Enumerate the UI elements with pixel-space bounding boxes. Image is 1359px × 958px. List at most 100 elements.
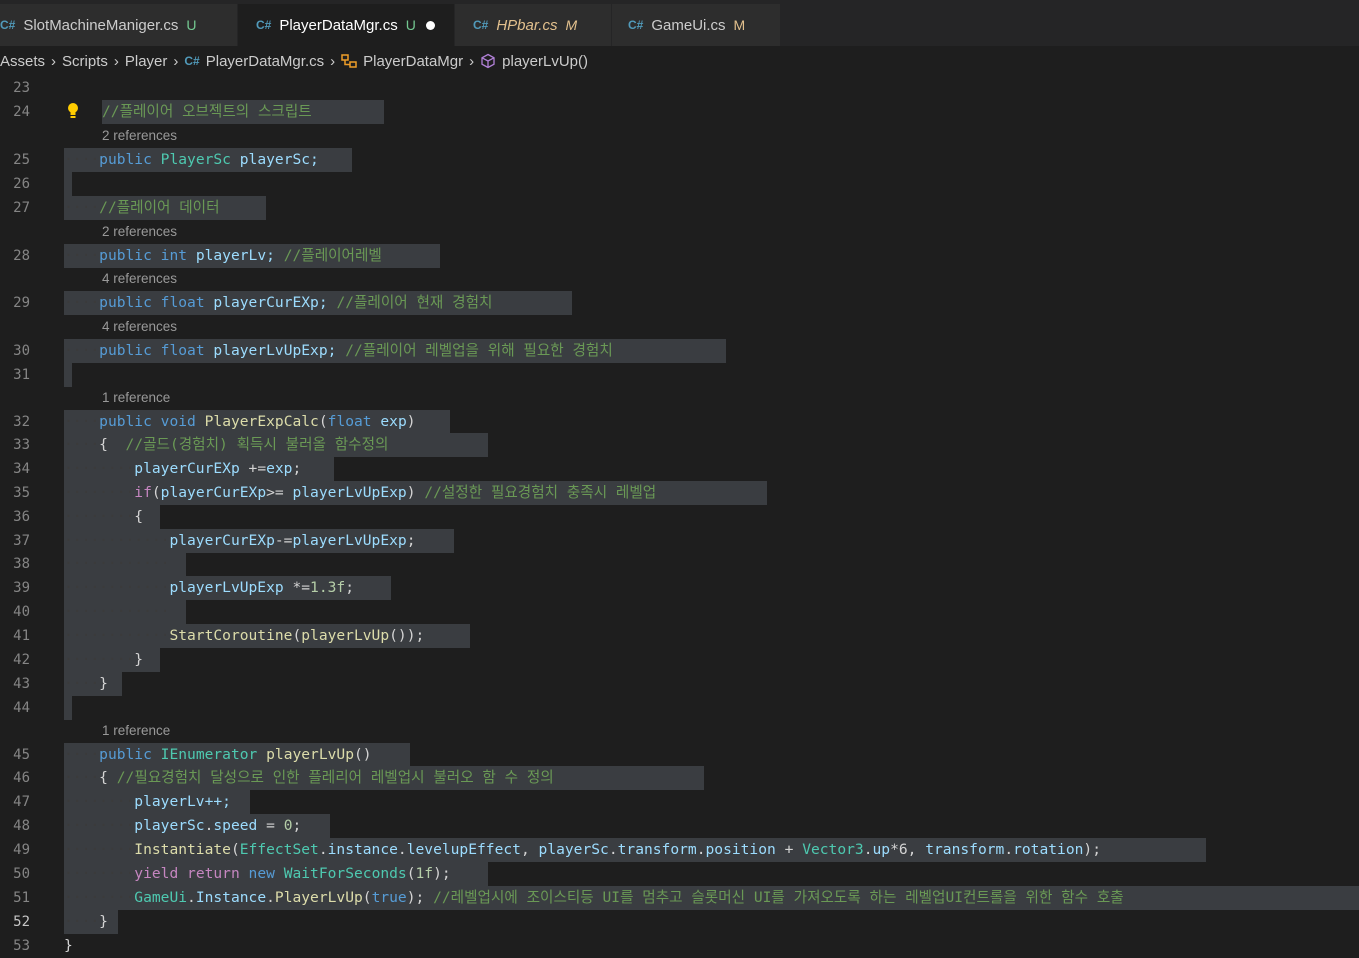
line-number: 33 xyxy=(13,437,30,453)
breadcrumb-item[interactable]: Assets xyxy=(0,53,45,70)
line-number: 48 xyxy=(13,818,30,834)
chevron-right-icon: › xyxy=(469,52,475,70)
code-line: ············playerCurEXp-=playerLvUpExp; xyxy=(64,532,416,549)
csharp-file-icon: C# xyxy=(256,18,272,32)
line-number: 23 xyxy=(13,80,30,96)
line-number: 44 xyxy=(13,700,30,716)
code-line: ····{ //필요경험치 달성으로 인한 플레리어 레벨업시 불러오 함 수 … xyxy=(64,769,554,786)
tab-label: GameUi.cs xyxy=(651,16,726,34)
line-number: 24 xyxy=(13,104,30,120)
csharp-file-icon: C# xyxy=(184,54,200,68)
line-number: 28 xyxy=(13,248,30,264)
code-line: ········playerLv++; xyxy=(64,793,231,810)
line-number: 34 xyxy=(13,461,30,477)
line-number: 51 xyxy=(13,890,30,906)
codelens-references[interactable]: 1 reference xyxy=(102,720,170,742)
line-number: 26 xyxy=(13,176,30,192)
breadcrumb-item[interactable]: Scripts xyxy=(62,53,108,70)
code-line: ········yield return new WaitForSeconds(… xyxy=(64,865,451,882)
code-line: ····public float playerLvUpExp; //플레이어 레… xyxy=(64,342,613,359)
code-line: //플레이어 오브젝트의 스크립트 xyxy=(102,103,312,120)
code-line: ············playerLvUpExp *=1.3f; xyxy=(64,579,354,596)
line-number: 32 xyxy=(13,414,30,430)
line-number: 38 xyxy=(13,556,30,572)
code-editor[interactable]: 23 24 25 26 27 28 29 30 31 32 33 34 35 3… xyxy=(0,76,1359,954)
tab-label: PlayerDataMgr.cs xyxy=(279,16,398,34)
lightbulb-icon[interactable] xyxy=(67,102,79,122)
line-number: 40 xyxy=(13,604,30,620)
code-line: ····public int playerLv; //플레이어레벨 xyxy=(64,247,382,264)
chevron-right-icon: › xyxy=(330,52,336,70)
code-line: ············ xyxy=(64,603,170,620)
line-number: 25 xyxy=(13,152,30,168)
code-line: ········GameUi.Instance.PlayerLvUp(true)… xyxy=(64,889,1124,906)
line-number: 47 xyxy=(13,794,30,810)
unsaved-dot-icon[interactable] xyxy=(425,20,435,30)
tab-status-badge: U xyxy=(186,17,197,33)
codelens-references[interactable]: 4 references xyxy=(102,316,177,338)
line-number: 41 xyxy=(13,628,30,644)
method-icon xyxy=(481,53,495,69)
breadcrumb-item[interactable]: PlayerDataMgr.cs xyxy=(206,53,324,70)
tab-label: SlotMachineManiger.cs xyxy=(23,16,179,34)
line-number: 35 xyxy=(13,485,30,501)
tab-hpbar[interactable]: C# HPbar.cs M xyxy=(455,4,611,46)
code-line: ········playerCurEXp +=exp; xyxy=(64,460,302,477)
tab-status-badge: M xyxy=(565,17,578,33)
codelens-references[interactable]: 2 references xyxy=(102,221,177,243)
class-icon xyxy=(341,54,357,68)
breadcrumb: Assets › Scripts › Player › C# PlayerDat… xyxy=(0,46,1359,76)
codelens-references[interactable]: 1 reference xyxy=(102,387,170,409)
line-number: 43 xyxy=(13,676,30,692)
csharp-file-icon: C# xyxy=(628,18,644,32)
selection-highlight xyxy=(64,172,72,196)
breadcrumb-item[interactable]: PlayerDataMgr xyxy=(363,53,463,70)
csharp-file-icon: C# xyxy=(473,18,489,32)
code-line: ····public float playerCurEXp; //플레이어 현재… xyxy=(64,294,493,311)
line-number: 42 xyxy=(13,652,30,668)
codelens-references[interactable]: 2 references xyxy=(102,125,177,147)
chevron-right-icon: › xyxy=(173,52,179,70)
tab-gameui[interactable]: C# GameUi.cs M xyxy=(612,4,780,46)
line-number: 36 xyxy=(13,509,30,525)
tab-status-badge: U xyxy=(405,17,416,33)
code-line: ········Instantiate(EffectSet.instance.l… xyxy=(64,841,1101,858)
code-line: ····} xyxy=(64,913,108,930)
tab-status-badge: M xyxy=(733,17,746,33)
editor-tab-bar: C# SlotMachineManiger.cs U C# PlayerData… xyxy=(0,0,1359,46)
line-number: 27 xyxy=(13,200,30,216)
tab-playerdatamgr[interactable]: C# PlayerDataMgr.cs U xyxy=(238,4,454,46)
line-number: 53 xyxy=(13,938,30,954)
line-number: 52 xyxy=(13,914,30,930)
chevron-right-icon: › xyxy=(113,52,119,70)
code-line: ····} xyxy=(64,675,108,692)
line-number: 30 xyxy=(13,343,30,359)
chevron-right-icon: › xyxy=(51,52,57,70)
code-line: ····//플레이어 데이터 xyxy=(64,199,220,216)
code-line: ············ xyxy=(64,555,170,572)
line-number: 37 xyxy=(13,533,30,549)
line-number: 29 xyxy=(13,295,30,311)
line-number: 31 xyxy=(13,367,30,383)
code-line: } xyxy=(64,937,73,954)
line-number: 49 xyxy=(13,842,30,858)
breadcrumb-item[interactable]: Player xyxy=(125,53,168,70)
code-line: ········if(playerCurEXp>= playerLvUpExp)… xyxy=(64,484,657,501)
csharp-file-icon: C# xyxy=(0,18,16,32)
code-line: ····{ //골드(경험치) 획득시 불러올 함수정의 xyxy=(64,436,389,453)
code-line: ············StartCoroutine(playerLvUp())… xyxy=(64,627,425,644)
breadcrumb-item[interactable]: playerLvUp() xyxy=(502,53,588,70)
line-number: 39 xyxy=(13,580,30,596)
code-line: ····public IEnumerator playerLvUp() xyxy=(64,746,372,763)
selection-highlight xyxy=(64,696,72,720)
code-line: ········{ xyxy=(64,508,144,525)
code-line: ········playerSc.speed = 0; xyxy=(64,817,302,834)
codelens-references[interactable]: 4 references xyxy=(102,268,177,290)
tab-label: HPbar.cs xyxy=(496,16,558,34)
line-number: 46 xyxy=(13,770,30,786)
tab-slotmachinemaniger[interactable]: C# SlotMachineManiger.cs U xyxy=(0,4,237,46)
code-line: ····public PlayerSc playerSc; xyxy=(64,151,319,168)
code-line: ········} xyxy=(64,651,144,668)
code-line: ····public void PlayerExpCalc(float exp) xyxy=(64,413,416,430)
line-number: 45 xyxy=(13,747,30,763)
